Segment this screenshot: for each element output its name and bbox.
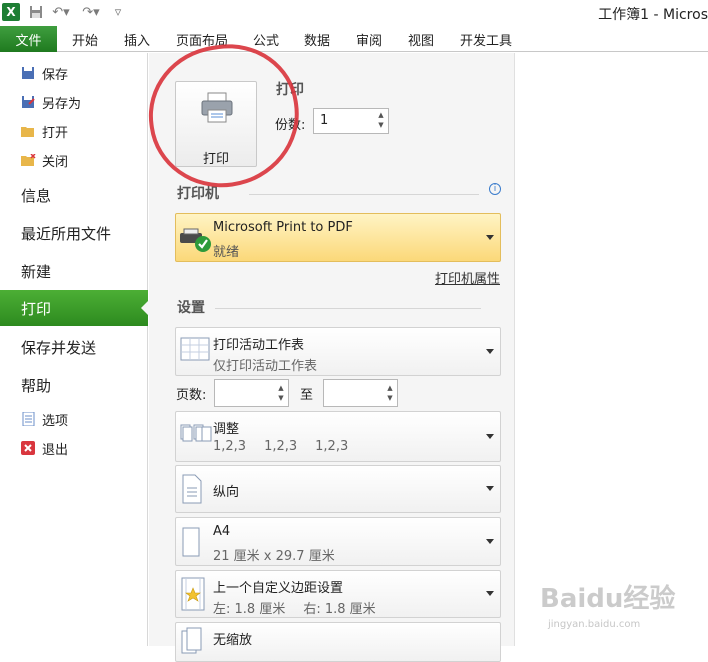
margin-left: 左: 1.8 厘米 xyxy=(213,602,286,617)
close-folder-icon xyxy=(20,152,36,168)
nav-print[interactable]: 打印 xyxy=(0,290,149,326)
nav-save-as[interactable]: 另存为 xyxy=(20,92,81,112)
margin-right: 右: 1.8 厘米 xyxy=(303,602,376,617)
nav-save-label: 保存 xyxy=(42,67,69,83)
no-scaling-icon xyxy=(181,627,202,654)
nav-exit-label: 退出 xyxy=(42,442,69,458)
collate-subtitle: 1,2,3 1,2,3 1,2,3 xyxy=(213,439,366,454)
printer-status: 就绪 xyxy=(213,245,240,260)
chevron-down-icon xyxy=(486,591,494,596)
nav-print-label: 打印 xyxy=(21,300,52,318)
divider xyxy=(249,194,479,195)
margins-subtitle: 左: 1.8 厘米 右: 1.8 厘米 xyxy=(213,598,394,617)
nav-exit[interactable]: 退出 xyxy=(20,438,68,458)
baidu-watermark: Baidu经验 xyxy=(540,584,676,614)
spinner-arrows-icon[interactable]: ▲ ▼ xyxy=(376,110,386,130)
nav-save-send[interactable]: 保存并发送 xyxy=(21,335,96,359)
tab-insert[interactable]: 插入 xyxy=(124,26,150,52)
spinner-arrows-icon[interactable]: ▲ ▼ xyxy=(276,383,286,403)
collate-order: 1,2,3 xyxy=(264,439,298,454)
tab-home[interactable]: 开始 xyxy=(72,26,98,52)
paper-size-title: A4 xyxy=(213,524,231,539)
undo-icon[interactable]: ↶▾ xyxy=(50,3,72,21)
backstage-nav: 保存 另存为 打开 关闭 信息 最近所用文件 新建 打印 保存并发送 帮助 选项… xyxy=(0,53,149,646)
nav-recent[interactable]: 最近所用文件 xyxy=(21,221,111,245)
save-icon xyxy=(20,65,36,81)
save-as-icon xyxy=(20,94,36,110)
portrait-page-icon xyxy=(182,474,202,504)
tab-view[interactable]: 视图 xyxy=(408,26,434,52)
margins-dropdown[interactable]: 上一个自定义边距设置 左: 1.8 厘米 右: 1.8 厘米 xyxy=(175,570,501,618)
tab-data[interactable]: 数据 xyxy=(304,26,330,52)
chevron-down-icon xyxy=(486,235,494,240)
save-icon[interactable] xyxy=(28,3,44,21)
nav-save[interactable]: 保存 xyxy=(20,63,68,83)
print-what-title: 打印活动工作表 xyxy=(213,338,305,353)
nav-info[interactable]: 信息 xyxy=(21,183,51,207)
tab-formulas[interactable]: 公式 xyxy=(253,26,279,52)
nav-close[interactable]: 关闭 xyxy=(20,150,68,170)
info-icon[interactable]: i xyxy=(489,183,501,195)
exit-icon xyxy=(20,440,36,456)
pages-label: 页数: xyxy=(176,388,207,403)
collate-order: 1,2,3 xyxy=(213,439,247,454)
collate-order: 1,2,3 xyxy=(315,439,349,454)
baidu-watermark-url: jingyan.baidu.com xyxy=(548,619,641,630)
tab-review[interactable]: 审阅 xyxy=(356,26,382,52)
orientation-dropdown[interactable]: 纵向 xyxy=(175,465,501,513)
open-folder-icon xyxy=(20,123,36,139)
orientation-title: 纵向 xyxy=(213,485,240,500)
divider xyxy=(215,308,481,309)
nav-save-as-label: 另存为 xyxy=(42,96,82,112)
printer-dropdown[interactable]: Microsoft Print to PDF 就绪 xyxy=(175,213,501,262)
worksheet-icon xyxy=(180,337,210,361)
printer-name: Microsoft Print to PDF xyxy=(213,220,353,235)
printer-properties-link[interactable]: 打印机属性 xyxy=(435,268,500,287)
window-title: 工作簿1 - Micros xyxy=(598,7,708,23)
excel-logo-icon: X xyxy=(2,3,20,21)
scaling-dropdown[interactable]: 无缩放 xyxy=(175,622,501,662)
print-preview-pane xyxy=(515,53,708,646)
pages-to-label: 至 xyxy=(300,388,314,403)
title-bar: X ↶▾ ↷▾ ▿ 工作簿1 - Micros xyxy=(0,0,708,26)
paper-size-dropdown[interactable]: A4 21 厘米 x 29.7 厘米 xyxy=(175,517,501,566)
ribbon-tabs: 文件 开始 插入 页面布局 公式 数据 审阅 视图 开发工具 xyxy=(0,26,708,52)
nav-new[interactable]: 新建 xyxy=(21,259,51,283)
customize-qat-icon[interactable]: ▿ xyxy=(112,3,124,21)
pages-to-input[interactable]: ▲ ▼ xyxy=(323,379,398,407)
nav-options-label: 选项 xyxy=(42,413,69,429)
chevron-down-icon xyxy=(486,433,494,439)
nav-help[interactable]: 帮助 xyxy=(21,373,51,397)
nav-options[interactable]: 选项 xyxy=(20,409,68,429)
collate-dropdown[interactable]: 调整 1,2,3 1,2,3 1,2,3 xyxy=(175,411,501,462)
collate-title: 调整 xyxy=(213,422,240,437)
print-what-dropdown[interactable]: 打印活动工作表 仅打印活动工作表 xyxy=(175,327,501,376)
redo-icon[interactable]: ↷▾ xyxy=(80,3,102,21)
paper-icon xyxy=(182,527,200,557)
copies-spinner[interactable]: 1 ▲ ▼ xyxy=(313,108,389,134)
custom-margins-icon xyxy=(181,577,205,611)
settings-heading: 设置 xyxy=(177,300,205,316)
printer-ready-icon xyxy=(180,228,211,252)
print-what-subtitle: 仅打印活动工作表 xyxy=(213,359,318,374)
pages-from-input[interactable]: ▲ ▼ xyxy=(214,379,289,407)
copies-value: 1 xyxy=(320,113,329,128)
spinner-arrows-icon[interactable]: ▲ ▼ xyxy=(385,383,395,403)
chevron-down-icon xyxy=(486,538,494,544)
margins-title: 上一个自定义边距设置 xyxy=(213,581,344,596)
nav-open-label: 打开 xyxy=(42,125,69,141)
scaling-title: 无缩放 xyxy=(213,633,253,648)
chevron-down-icon xyxy=(486,486,494,491)
nav-open[interactable]: 打开 xyxy=(20,121,68,141)
tab-file[interactable]: 文件 xyxy=(0,26,57,52)
tab-developer[interactable]: 开发工具 xyxy=(460,26,512,52)
options-icon xyxy=(20,411,36,427)
collated-pages-icon xyxy=(180,424,212,442)
chevron-down-icon xyxy=(486,348,494,354)
paper-size-subtitle: 21 厘米 x 29.7 厘米 xyxy=(213,549,335,564)
nav-close-label: 关闭 xyxy=(42,154,69,170)
